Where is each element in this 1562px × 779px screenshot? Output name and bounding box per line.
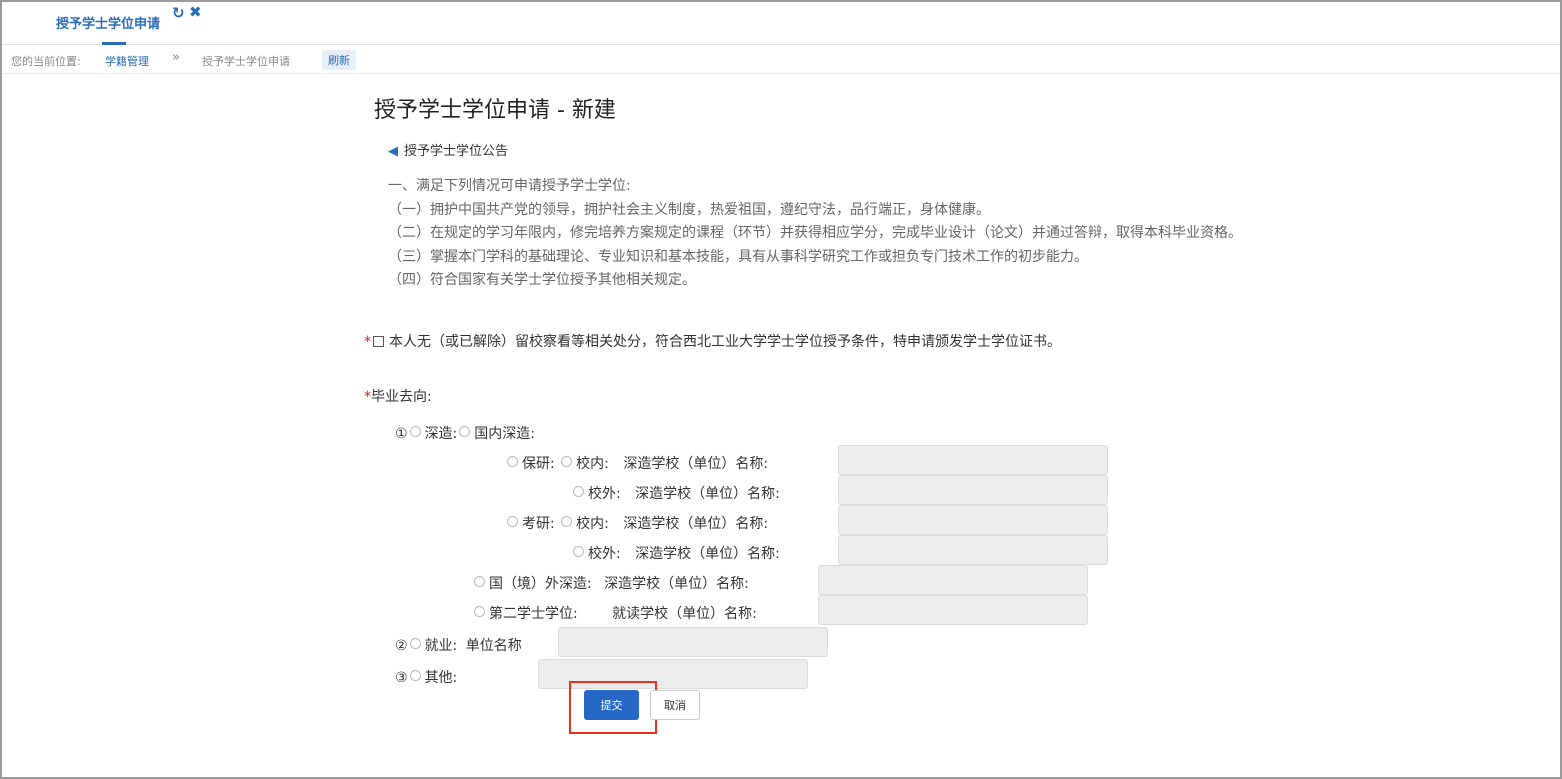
- pledge-text: 本人无（或已解除）留校察看等相关处分，符合西北工业大学学士学位授予条件，特申请颁…: [389, 334, 1061, 350]
- notice-heading: ◀ 授予学士学位公告: [388, 140, 508, 159]
- baoyan-outer-row: 校外: 深造学校（单位）名称:: [571, 483, 780, 503]
- further-study-row: ① 深造: 国内深造:: [395, 423, 535, 443]
- further-study-label: 深造:: [424, 426, 458, 442]
- notice-heading-text: 授予学士学位公告: [404, 144, 509, 159]
- pledge-checkbox[interactable]: [373, 336, 384, 347]
- notice-line: （四）符合国家有关学士学位授予其他相关规定。: [388, 272, 696, 288]
- baoyan-inner-radio[interactable]: [561, 456, 573, 467]
- breadcrumb: 您的当前位置: 学籍管理 » 授予学士学位申请 刷新: [2, 46, 1560, 74]
- baoyan-radio[interactable]: [507, 456, 518, 467]
- kaoyan-outer-school-input[interactable]: [838, 535, 1108, 565]
- domestic-study-radio[interactable]: [459, 426, 471, 437]
- kaoyan-outer-row: 校外: 深造学校（单位）名称:: [571, 543, 780, 563]
- tab-degree-application[interactable]: 授予学士学位申请: [56, 13, 160, 32]
- tab-active-indicator: [102, 42, 126, 45]
- abroad-study-row: 国（境）外深造: 深造学校（单位）名称:: [472, 573, 749, 593]
- school-name-label: 深造学校（单位）名称:: [635, 546, 780, 562]
- destination-label: *毕业去向:: [364, 386, 432, 406]
- baoyan-label: 保研:: [522, 456, 555, 472]
- second-degree-row: 第二学士学位: 就读学校（单位）名称:: [472, 603, 757, 623]
- domestic-study-label: 国内深造:: [474, 426, 535, 442]
- other-row: ③ 其他:: [395, 667, 457, 687]
- school-name-label: 深造学校（单位）名称:: [623, 516, 769, 532]
- abroad-study-label: 国（境）外深造:: [489, 576, 592, 592]
- second-degree-school-input[interactable]: [818, 595, 1088, 625]
- tab-refresh-icon[interactable]: ↻: [172, 4, 185, 22]
- tab-close-icon[interactable]: ✖: [189, 3, 202, 21]
- breadcrumb-item-student-records[interactable]: 学籍管理: [105, 53, 149, 69]
- baoyan-outer-school-input[interactable]: [838, 475, 1108, 505]
- pledge-row: * 本人无（或已解除）留校察看等相关处分，符合西北工业大学学士学位授予条件，特申请…: [364, 331, 1061, 351]
- kaoyan-outer-label: 校外:: [588, 546, 621, 562]
- breadcrumb-separator-icon: »: [172, 50, 180, 65]
- baoyan-inner-school-input[interactable]: [838, 445, 1108, 475]
- tab-bar: 授予学士学位申请 ↻ ✖: [2, 2, 1560, 45]
- required-marker: *: [364, 389, 371, 405]
- employment-row: ② 就业: 单位名称: [395, 635, 522, 655]
- employment-unit-input[interactable]: [558, 627, 828, 657]
- notice-line: 一、满足下列情况可申请授予学士学位:: [388, 178, 631, 194]
- kaoyan-label: 考研:: [522, 516, 555, 532]
- kaoyan-inner-radio[interactable]: [561, 516, 573, 527]
- baoyan-inner-row: 保研: 校内: 深造学校（单位）名称:: [505, 453, 768, 473]
- breadcrumb-item-current: 授予学士学位申请: [202, 55, 290, 68]
- school-name-label: 深造学校（单位）名称:: [635, 486, 780, 502]
- second-degree-label: 第二学士学位:: [489, 606, 578, 622]
- notice-line: （三）掌握本门学科的基础理论、专业知识和基本技能，具有从事科学研究工作或担负专门…: [388, 248, 1088, 265]
- destination-label-text: 毕业去向:: [371, 389, 432, 405]
- school-name-label: 深造学校（单位）名称:: [623, 456, 769, 472]
- second-degree-radio[interactable]: [474, 606, 485, 617]
- school-name-label: 就读学校（单位）名称:: [612, 606, 757, 622]
- option-number: ①: [395, 426, 408, 442]
- required-marker: *: [364, 334, 371, 350]
- further-study-radio[interactable]: [409, 426, 421, 437]
- cancel-button[interactable]: 取消: [650, 690, 700, 720]
- megaphone-icon: ◀: [388, 144, 398, 159]
- breadcrumb-refresh-button[interactable]: 刷新: [322, 50, 356, 70]
- baoyan-outer-label: 校外:: [588, 486, 621, 502]
- kaoyan-inner-school-input[interactable]: [838, 505, 1108, 535]
- kaoyan-radio[interactable]: [507, 516, 518, 527]
- option-number: ③: [395, 670, 408, 686]
- notice-body: 一、满足下列情况可申请授予学士学位: （一）拥护中国共产党的领导，拥护社会主义制…: [388, 175, 1242, 293]
- unit-name-label: 单位名称: [465, 638, 522, 654]
- employment-label: 就业:: [424, 638, 458, 654]
- breadcrumb-label: 您的当前位置:: [11, 55, 81, 68]
- school-name-label: 深造学校（单位）名称:: [604, 576, 749, 592]
- page-title: 授予学士学位申请 - 新建: [374, 98, 616, 123]
- abroad-study-radio[interactable]: [474, 576, 485, 587]
- employment-radio[interactable]: [409, 638, 421, 649]
- option-number: ②: [395, 638, 408, 654]
- baoyan-inner-label: 校内:: [576, 456, 609, 472]
- baoyan-outer-radio[interactable]: [573, 486, 584, 497]
- notice-line: （二）在规定的学习年限内，修完培养方案规定的课程（环节）并获得相应学分，完成毕业…: [388, 225, 1242, 241]
- kaoyan-outer-radio[interactable]: [573, 546, 584, 557]
- kaoyan-inner-row: 考研: 校内: 深造学校（单位）名称:: [505, 513, 768, 533]
- kaoyan-inner-label: 校内:: [576, 516, 609, 532]
- submit-button[interactable]: 提交: [584, 690, 639, 720]
- other-radio[interactable]: [409, 670, 421, 681]
- abroad-school-input[interactable]: [818, 565, 1088, 595]
- notice-line: （一）拥护中国共产党的领导，拥护社会主义制度，热爱祖国，遵纪守法，品行端正，身体…: [388, 201, 990, 218]
- other-label: 其他:: [424, 670, 458, 686]
